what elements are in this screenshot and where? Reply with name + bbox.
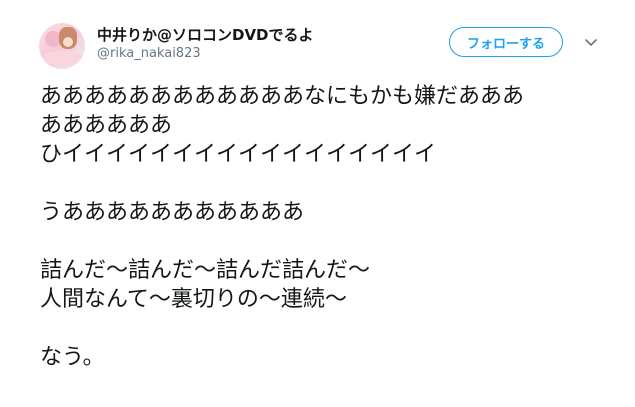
- tweet-line: 人間なんて〜裏切りの〜連続〜: [40, 287, 347, 312]
- tweet-line: なう。: [40, 345, 105, 370]
- avatar[interactable]: [39, 23, 85, 69]
- tweet-line: 詰んだ〜詰んだ〜詰んだ詰んだ〜: [40, 258, 371, 283]
- screen-name[interactable]: @rika_nakai823: [97, 46, 201, 61]
- tweet-line: うあああああああああああ: [40, 200, 305, 225]
- chevron-down-icon-glyph: [585, 39, 597, 46]
- chevron-down-icon[interactable]: [583, 36, 599, 50]
- avatar-shape: [63, 37, 73, 47]
- avatar-shape: [43, 51, 81, 65]
- display-name[interactable]: 中井りか@ソロコンDVDでるよ: [97, 24, 314, 45]
- tweet-line: ああああああ: [40, 113, 173, 138]
- tweet-card: 中井りか@ソロコンDVDでるよ @rika_nakai823 フォローする ああ…: [0, 0, 635, 407]
- follow-button[interactable]: フォローする: [449, 27, 563, 57]
- tweet-line: ああああああああああああなにもかも嫌だあああ: [40, 84, 525, 109]
- tweet-text: ああああああああああああなにもかも嫌だあああ ああああああ ひイイイイイイイイイ…: [40, 82, 620, 372]
- tweet-line: ひイイイイイイイイイイイイイイイイイ: [40, 142, 437, 167]
